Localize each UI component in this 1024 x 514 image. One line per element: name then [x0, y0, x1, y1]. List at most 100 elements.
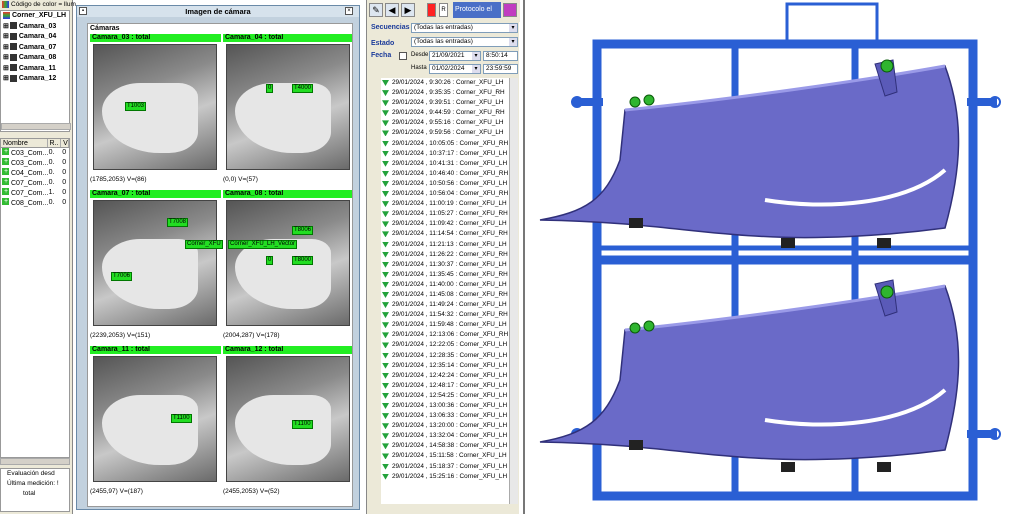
col-header-v[interactable]: V	[61, 139, 70, 147]
from-time-field[interactable]: 8:50:14	[483, 51, 518, 61]
protocol-entry[interactable]: 29/01/2024 , 11:14:54 : Corner_XFU_RH	[381, 229, 509, 239]
detection-tag[interactable]: T1100	[292, 420, 313, 429]
protocol-entry[interactable]: 29/01/2024 , 11:40:00 : Corner_XFU_LH	[381, 280, 509, 290]
ok-marker-icon[interactable]	[880, 59, 894, 73]
protocol-list[interactable]: 29/01/2024 , 9:30:26 : Corner_XFU_LH 29/0…	[381, 78, 509, 504]
print-icon[interactable]	[503, 3, 517, 17]
table-row[interactable]: + C08_Com... 0. 0	[1, 198, 69, 208]
protocol-entry[interactable]: 29/01/2024 , 11:30:37 : Corner_XFU_LH	[381, 260, 509, 270]
r-filter-icon[interactable]: R	[439, 3, 448, 17]
protocol-entry[interactable]: 29/01/2024 , 14:58:38 : Corner_XFU_LH	[381, 441, 509, 451]
add-icon[interactable]: +	[2, 168, 9, 175]
camera-image[interactable]	[226, 200, 350, 326]
forward-arrow-icon[interactable]: ▶	[401, 3, 415, 17]
protocol-entry[interactable]: 29/01/2024 , 13:00:36 : Corner_XFU_LH	[381, 401, 509, 411]
date-checkbox[interactable]	[399, 52, 407, 60]
protocol-entry[interactable]: 29/01/2024 , 9:44:59 : Corner_XFU_RH	[381, 108, 509, 118]
tree-item-camera[interactable]: ⊞ Camara_03	[1, 22, 69, 33]
protocol-entry[interactable]: 29/01/2024 , 11:45:08 : Corner_XFU_RH	[381, 290, 509, 300]
add-icon[interactable]: +	[2, 198, 9, 205]
protocol-entry[interactable]: 29/01/2024 , 15:18:37 : Corner_XFU_LH	[381, 462, 509, 472]
col-header-r[interactable]: R..	[48, 139, 62, 147]
detection-tag[interactable]: 0	[266, 84, 274, 93]
protocol-entry[interactable]: 29/01/2024 , 11:05:27 : Corner_XFU_RH	[381, 209, 509, 219]
tree-item-camera[interactable]: ⊞ Camara_04	[1, 32, 69, 43]
protocol-entry[interactable]: 29/01/2024 , 15:11:58 : Corner_XFU_LH	[381, 451, 509, 461]
protocol-entry[interactable]: 29/01/2024 , 12:13:06 : Corner_XFU_RH	[381, 330, 509, 340]
to-time-field[interactable]: 23:59:59	[483, 64, 518, 74]
protocol-entry[interactable]: 29/01/2024 , 11:00:19 : Corner_XFU_LH	[381, 199, 509, 209]
protocol-entry[interactable]: 29/01/2024 , 13:06:33 : Corner_XFU_LH	[381, 411, 509, 421]
add-icon[interactable]: +	[2, 148, 9, 155]
tool-icon[interactable]: ✎	[369, 3, 383, 17]
protocol-entry[interactable]: 29/01/2024 , 10:41:31 : Corner_XFU_LH	[381, 159, 509, 169]
camera-image[interactable]	[93, 200, 217, 326]
protocol-entry[interactable]: 29/01/2024 , 10:56:04 : Corner_XFU_RH	[381, 189, 509, 199]
detection-tag[interactable]: T1100	[171, 414, 192, 423]
expand-icon[interactable]: ⊞	[3, 75, 9, 82]
camera-image[interactable]	[93, 44, 217, 170]
ok-marker-icon[interactable]	[629, 322, 641, 334]
camera-tree[interactable]: Corner_XFU_LH ⊞ Camara_03 ⊞ Camara_04 ⊞ Camar…	[0, 10, 71, 132]
window-menu-icon[interactable]: ▪	[79, 7, 87, 15]
table-row[interactable]: + C03_Com... 0. 0	[1, 158, 69, 168]
detection-tag[interactable]: 0	[266, 256, 274, 265]
detection-tag[interactable]: T8006	[292, 226, 314, 235]
protocol-entry[interactable]: 29/01/2024 , 11:54:32 : Corner_XFU_RH	[381, 310, 509, 320]
expand-icon[interactable]: ⊞	[3, 33, 9, 40]
protocol-entry[interactable]: 29/01/2024 , 11:21:13 : Corner_XFU_LH	[381, 240, 509, 250]
status-select[interactable]: (Todas las entradas) ▾	[411, 37, 518, 47]
expand-icon[interactable]: ⊞	[3, 65, 9, 72]
protocol-entry[interactable]: 29/01/2024 , 11:59:48 : Corner_XFU_LH	[381, 320, 509, 330]
table-row[interactable]: + C07_Com... 0. 0	[1, 178, 69, 188]
protocol-entry[interactable]: 29/01/2024 , 9:30:26 : Corner_XFU_LH	[381, 78, 509, 88]
expand-icon[interactable]: ⊞	[3, 44, 9, 51]
protocol-entry[interactable]: 29/01/2024 , 11:35:45 : Corner_XFU_RH	[381, 270, 509, 280]
expand-icon[interactable]: ⊞	[3, 23, 9, 30]
tree-item-camera[interactable]: ⊞ Camara_11	[1, 64, 69, 75]
protocol-entry[interactable]: 29/01/2024 , 11:09:42 : Corner_XFU_LH	[381, 219, 509, 229]
detection-tag[interactable]: T8000	[292, 256, 314, 265]
protocol-entry[interactable]: 29/01/2024 , 10:46:40 : Corner_XFU_RH	[381, 169, 509, 179]
detection-tag[interactable]: T4000	[292, 84, 314, 93]
upper-part[interactable]	[539, 59, 960, 239]
add-icon[interactable]: +	[2, 178, 9, 185]
protocol-entry[interactable]: 29/01/2024 , 10:05:05 : Corner_XFU_RH	[381, 139, 509, 149]
chevron-down-icon[interactable]: ▾	[509, 24, 517, 32]
tree-hscrollbar[interactable]	[1, 123, 71, 130]
back-arrow-icon[interactable]: ◀	[385, 3, 399, 17]
ok-marker-icon[interactable]	[629, 96, 641, 108]
camera-image[interactable]	[226, 356, 350, 482]
protocol-entry[interactable]: 29/01/2024 , 15:25:16 : Corner_XFU_LH	[381, 472, 509, 482]
tree-item-camera[interactable]: ⊞ Camara_08	[1, 53, 69, 64]
table-hscrollbar[interactable]	[0, 458, 70, 465]
detection-tag[interactable]: T1003	[125, 102, 147, 111]
camera-image[interactable]	[226, 44, 350, 170]
detection-tag[interactable]: Corner_XFU_LH_Vector	[228, 240, 298, 249]
protocol-entry[interactable]: 29/01/2024 , 13:32:04 : Corner_XFU_LH	[381, 431, 509, 441]
protocol-vscrollbar[interactable]	[509, 78, 518, 504]
protocol-entry[interactable]: 29/01/2024 , 9:55:16 : Corner_XFU_LH	[381, 118, 509, 128]
fixture-render[interactable]	[525, 0, 1024, 514]
protocol-entry[interactable]: 29/01/2024 , 10:50:56 : Corner_XFU_LH	[381, 179, 509, 189]
ok-marker-icon[interactable]	[880, 285, 894, 299]
detection-tag[interactable]: T7006	[111, 272, 133, 281]
col-header-nombre[interactable]: Nombre	[1, 139, 48, 147]
tree-root[interactable]: Corner_XFU_LH	[1, 11, 69, 22]
lower-part[interactable]	[539, 279, 960, 461]
tree-item-camera[interactable]: ⊞ Camara_07	[1, 43, 69, 54]
chevron-down-icon[interactable]: ▾	[472, 52, 480, 60]
table-row[interactable]: + C03_Com... 0. 0	[1, 148, 69, 158]
expand-icon[interactable]: ⊞	[3, 54, 9, 61]
protocol-entry[interactable]: 29/01/2024 , 11:49:24 : Corner_XFU_LH	[381, 300, 509, 310]
camera-image[interactable]	[93, 356, 217, 482]
protocol-entry[interactable]: 29/01/2024 , 12:54:25 : Corner_XFU_LH	[381, 391, 509, 401]
table-row[interactable]: + C07_Com... 1. 0	[1, 188, 69, 198]
table-row[interactable]: + C04_Com... 0. 0	[1, 168, 69, 178]
ok-marker-icon[interactable]	[643, 320, 655, 332]
protocol-entry[interactable]: 29/01/2024 , 10:37:17 : Corner_XFU_LH	[381, 149, 509, 159]
protocol-entry[interactable]: 29/01/2024 , 12:22:05 : Corner_XFU_LH	[381, 340, 509, 350]
protocol-entry[interactable]: 29/01/2024 , 12:48:17 : Corner_XFU_LH	[381, 381, 509, 391]
protocol-entry[interactable]: 29/01/2024 , 12:42:24 : Corner_XFU_LH	[381, 371, 509, 381]
protocol-entry[interactable]: 29/01/2024 , 13:20:00 : Corner_XFU_LH	[381, 421, 509, 431]
